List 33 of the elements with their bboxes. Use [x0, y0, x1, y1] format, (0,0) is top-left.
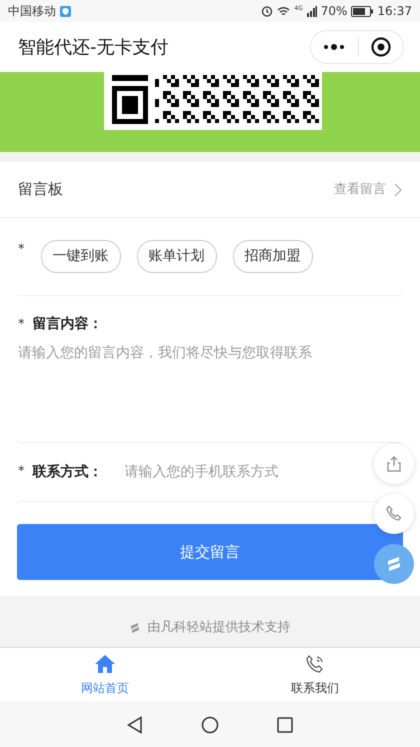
phone-icon	[385, 505, 403, 523]
field-label: 留言内容：	[32, 314, 102, 334]
required-mark: *	[18, 463, 24, 482]
tag-chip[interactable]: 一键到账	[40, 240, 120, 272]
logo-icon	[386, 555, 402, 573]
alarm-icon	[261, 5, 274, 17]
more-icon	[323, 44, 346, 50]
wifi-icon	[277, 6, 290, 16]
chevron-icon	[394, 182, 402, 196]
tag-chip[interactable]: 账单计划	[136, 240, 216, 272]
logo-icon	[130, 622, 140, 634]
section-title: 留言板	[18, 179, 63, 200]
home-icon	[94, 652, 116, 674]
phone-button[interactable]	[374, 494, 414, 534]
footer-text: 由凡科轻站提供技术支持	[148, 618, 290, 637]
required-mark: *	[18, 240, 24, 258]
shield-icon	[60, 6, 71, 16]
page-title: 智能代还-无卡支付	[18, 36, 168, 60]
field-label: 联系方式：	[32, 462, 102, 482]
tab-item[interactable]: 网站首页	[0, 648, 210, 701]
logo-button[interactable]	[374, 544, 414, 584]
close-icon	[370, 37, 391, 57]
tag-chip[interactable]: 招商加盟	[232, 240, 312, 272]
battery-text: 70%	[320, 3, 348, 20]
required-mark: *	[18, 316, 24, 334]
tab-item[interactable]: 联系我们	[210, 648, 420, 701]
share-icon	[386, 456, 402, 472]
signal-icon	[306, 6, 317, 16]
submit-button[interactable]: 提交留言	[17, 524, 403, 580]
carrier-text: 中国移动	[8, 3, 56, 20]
battery-icon	[351, 6, 374, 16]
clock-text: 16:37	[377, 3, 412, 20]
share-button[interactable]	[374, 444, 414, 484]
